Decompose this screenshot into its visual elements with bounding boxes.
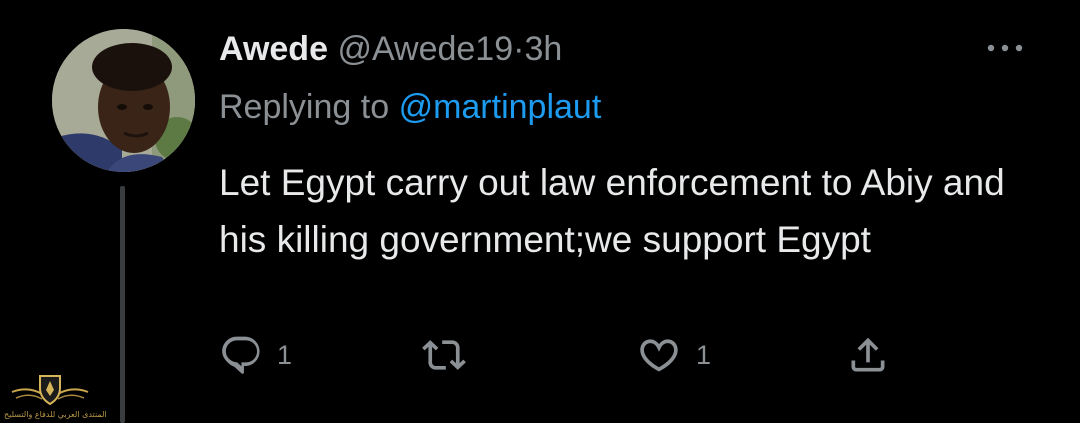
reply-count: 1 (277, 339, 293, 370)
tweet-header: Awede @Awede19·3h (219, 28, 562, 70)
thread-line (120, 186, 125, 423)
replying-to: Replying to @martinplaut (219, 86, 601, 128)
more-icon (987, 44, 1023, 52)
watermark: المنتدى العربي للدفاع والتسليح (4, 372, 107, 422)
reply-icon (222, 336, 260, 374)
share-button[interactable] (846, 330, 890, 380)
like-button[interactable]: 1 (636, 330, 711, 380)
like-count: 1 (696, 339, 712, 370)
user-handle[interactable]: @Awede19 (337, 30, 513, 68)
watermark-logo-icon (11, 375, 89, 406)
retweet-icon (422, 340, 466, 370)
display-name[interactable]: Awede (219, 30, 328, 68)
timestamp[interactable]: 3h (524, 30, 562, 68)
separator-dot: · (513, 30, 525, 68)
reply-button[interactable]: 1 (219, 330, 292, 380)
share-icon (851, 337, 885, 372)
mention-link[interactable]: @martinplaut (399, 88, 602, 126)
tweet-text: Let Egypt carry out law enforcement to A… (219, 162, 1005, 260)
like-icon (640, 339, 678, 372)
retweet-button[interactable] (420, 330, 468, 380)
watermark-text: المنتدى العربي للدفاع والتسليح (4, 410, 107, 419)
action-bar: 1 1 (0, 330, 1080, 380)
more-options-button[interactable] (985, 36, 1025, 60)
avatar[interactable] (52, 29, 195, 172)
replying-prefix: Replying to (219, 88, 390, 126)
